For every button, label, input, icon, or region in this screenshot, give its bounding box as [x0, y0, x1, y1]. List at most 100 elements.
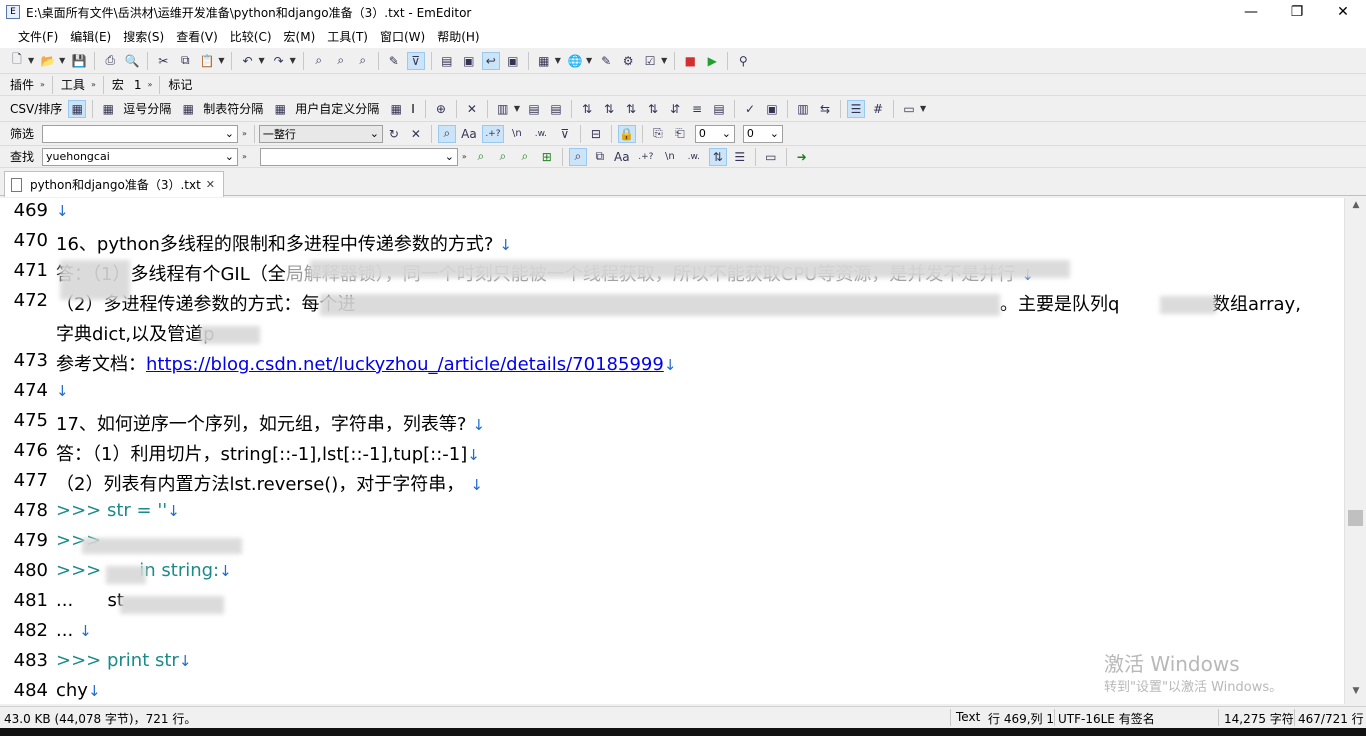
- lock-icon[interactable]: 🔒: [617, 124, 636, 143]
- cut-icon[interactable]: ✂: [154, 52, 172, 70]
- status-mode[interactable]: Text: [956, 710, 980, 724]
- checklist-icon[interactable]: ☑: [641, 52, 659, 70]
- properties-icon[interactable]: ✎: [597, 52, 615, 70]
- csv-sort-button[interactable]: CSV/排序: [10, 100, 62, 117]
- find-more-icon[interactable]: »: [242, 152, 247, 161]
- filter-mode-select[interactable]: 一整行 ⌄: [258, 124, 383, 143]
- find-escape-newline-icon[interactable]: \n: [661, 148, 679, 166]
- open-folder-icon[interactable]: 📂: [39, 52, 57, 70]
- view-icon[interactable]: ▤: [438, 52, 456, 70]
- find-input[interactable]: yuehongcai ⌄: [42, 147, 238, 166]
- menu-compare[interactable]: 比较(C): [224, 28, 278, 45]
- bookmark-filter-icon[interactable]: ⎗: [671, 125, 689, 143]
- plugins-label[interactable]: 插件: [10, 76, 34, 93]
- undo-icon[interactable]: ↶: [238, 52, 256, 70]
- customize-icon[interactable]: ⚙: [619, 52, 637, 70]
- macros-label[interactable]: 宏: [112, 76, 124, 93]
- tools-cross-icon[interactable]: ✕: [463, 100, 481, 118]
- find-arrow-icon[interactable]: ➜: [793, 148, 811, 166]
- match-case-icon[interactable]: Aa: [460, 125, 478, 143]
- columns-dropdown-icon[interactable]: ▼: [514, 104, 520, 113]
- remove-duplicates-icon[interactable]: ▤: [710, 100, 728, 118]
- config-dropdown-icon[interactable]: ▼: [555, 56, 561, 65]
- context-before-select[interactable]: 0 ⌄: [694, 124, 735, 143]
- open-dropdown-icon[interactable]: ▼: [59, 56, 65, 65]
- context-after-select[interactable]: 0 ⌄: [742, 124, 783, 143]
- clear-filter-icon[interactable]: ✕: [407, 125, 425, 143]
- find-match-case-icon[interactable]: Aa: [613, 148, 631, 166]
- sort-length-icon[interactable]: ⇵: [666, 100, 684, 118]
- run-macro-icon[interactable]: ▶: [703, 52, 721, 70]
- chevron-down-icon[interactable]: ⌄: [770, 127, 779, 140]
- user-mode-icon[interactable]: ▦: [271, 100, 289, 118]
- tools-label[interactable]: 工具: [61, 76, 85, 93]
- more-options-icon[interactable]: ▭: [900, 100, 918, 118]
- regex-icon[interactable]: .+?: [481, 124, 504, 143]
- filter-search-icon[interactable]: ⌕: [437, 124, 456, 143]
- sync-scroll-icon[interactable]: ⇆: [816, 100, 834, 118]
- fixed-width-icon[interactable]: ▦: [387, 100, 405, 118]
- save-icon[interactable]: 💾: [70, 52, 88, 70]
- wrap-none-icon[interactable]: ▣: [460, 52, 478, 70]
- numbering-icon[interactable]: #: [869, 100, 887, 118]
- find-icon[interactable]: ⌕: [310, 52, 328, 70]
- new-file-icon[interactable]: 🗋: [8, 52, 26, 70]
- chevron-down-icon[interactable]: ⌄: [445, 150, 454, 163]
- scroll-up-icon[interactable]: ▲: [1345, 200, 1366, 216]
- print-icon[interactable]: ⎙: [101, 52, 119, 70]
- bookmarks-label[interactable]: 标记: [168, 76, 192, 93]
- status-encoding[interactable]: UTF-16LE 有签名: [1058, 710, 1155, 727]
- find-wrap-icon[interactable]: ⇅: [708, 147, 727, 166]
- wrap-window-icon[interactable]: ↩: [481, 51, 500, 70]
- record-macro-icon[interactable]: ■: [681, 52, 699, 70]
- menu-file[interactable]: 文件(F): [12, 28, 64, 45]
- tab-mode-icon[interactable]: ▦: [179, 100, 197, 118]
- filter-input[interactable]: ⌄: [42, 124, 238, 143]
- menu-tools[interactable]: 工具(T): [321, 28, 374, 45]
- more-dropdown-icon[interactable]: ▼: [920, 104, 926, 113]
- sort-desc-icon[interactable]: ⇅: [600, 100, 618, 118]
- refresh-icon[interactable]: ↻: [385, 125, 403, 143]
- paste-dropdown-icon[interactable]: ▼: [218, 56, 224, 65]
- filter-toggle-icon[interactable]: ⊽: [406, 51, 425, 70]
- tab-separated-button[interactable]: 制表符分隔: [203, 100, 263, 117]
- chevron-right-icon[interactable]: »: [40, 80, 45, 89]
- find-list-icon[interactable]: ☰: [731, 148, 749, 166]
- copy-icon[interactable]: ⧉: [176, 52, 194, 70]
- sort-num-asc-icon[interactable]: ⇅: [622, 100, 640, 118]
- encoding-dropdown-icon[interactable]: ▼: [586, 56, 592, 65]
- redo-dropdown-icon[interactable]: ▼: [290, 56, 296, 65]
- print-preview-icon[interactable]: 🔍: [123, 52, 141, 70]
- restore-button[interactable]: ❐: [1274, 0, 1320, 24]
- chevron-right-icon[interactable]: »: [148, 80, 153, 89]
- checklist-dropdown-icon[interactable]: ▼: [661, 56, 667, 65]
- chevron-down-icon[interactable]: ⌄: [370, 127, 379, 140]
- wrap-page-icon[interactable]: ▣: [504, 52, 522, 70]
- macro-number[interactable]: 1: [134, 78, 142, 92]
- split-icon[interactable]: ▤: [547, 100, 565, 118]
- minimize-button[interactable]: —: [1228, 0, 1274, 24]
- menu-macros[interactable]: 宏(M): [278, 28, 322, 45]
- advanced-filter-icon[interactable]: ⊟: [587, 125, 605, 143]
- chevron-down-icon[interactable]: ⌄: [225, 150, 234, 163]
- normal-mode-icon[interactable]: ▦: [68, 99, 87, 118]
- clear-filters-icon[interactable]: ⊽: [556, 125, 574, 143]
- encoding-icon[interactable]: 🌐: [566, 52, 584, 70]
- status-position[interactable]: 行 469,列 1: [988, 710, 1054, 727]
- close-button[interactable]: ✕: [1320, 0, 1366, 24]
- text-editor[interactable]: 469 ↓ 470 16、python多线程的限制和多进程中传递参数的方式? ↓ …: [0, 198, 1344, 704]
- comma-mode-icon[interactable]: ▦: [99, 100, 117, 118]
- menu-view[interactable]: 查看(V): [170, 28, 224, 45]
- extract-icon[interactable]: ⎘: [649, 125, 667, 143]
- paste-icon[interactable]: 📋: [198, 52, 216, 70]
- sort-num-desc-icon[interactable]: ⇅: [644, 100, 662, 118]
- find-in-selection-icon[interactable]: ⊞: [538, 148, 556, 166]
- scroll-thumb[interactable]: [1348, 510, 1363, 526]
- filter-more-icon[interactable]: »: [242, 129, 247, 138]
- user-separated-button[interactable]: 用户自定义分隔: [295, 100, 379, 117]
- tab-document[interactable]: python和django准备（3）.txt ✕: [4, 171, 224, 197]
- highlight-icon[interactable]: ✎: [385, 52, 403, 70]
- sort-options-icon[interactable]: ≡: [688, 100, 706, 118]
- compare-icon[interactable]: ▥: [794, 100, 812, 118]
- config-icon[interactable]: ▦: [535, 52, 553, 70]
